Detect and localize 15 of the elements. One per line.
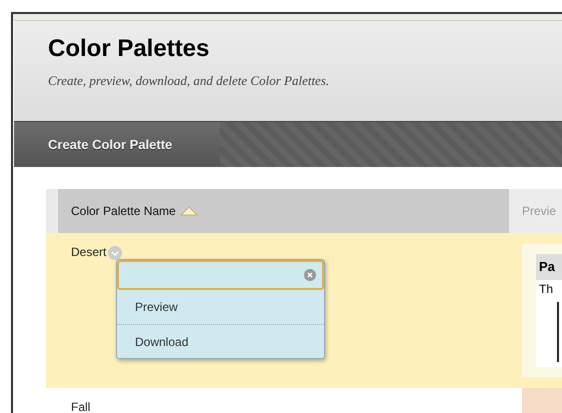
chevron-icon[interactable] [108, 246, 122, 260]
column-header[interactable]: Color Palette Name [58, 189, 509, 233]
close-icon[interactable] [304, 269, 316, 281]
page-subtitle: Create, preview, download, and delete Color Palettes. [48, 73, 330, 89]
preview-title: Pa [536, 254, 562, 280]
sort-arrow-icon[interactable] [180, 206, 198, 216]
palette-name: Fall [71, 400, 90, 413]
menu-item[interactable]: Preview [117, 290, 324, 324]
menu-search-field[interactable] [117, 260, 324, 290]
palette-name: Desert [71, 245, 106, 259]
create-button[interactable]: Create Color Palette [14, 122, 220, 167]
page-title: Color Palettes [48, 35, 210, 63]
table-row[interactable]: Desert Pa Th Preview Download [46, 233, 562, 388]
preview-text: Th [538, 281, 554, 296]
menu-item[interactable]: Download [117, 324, 324, 358]
